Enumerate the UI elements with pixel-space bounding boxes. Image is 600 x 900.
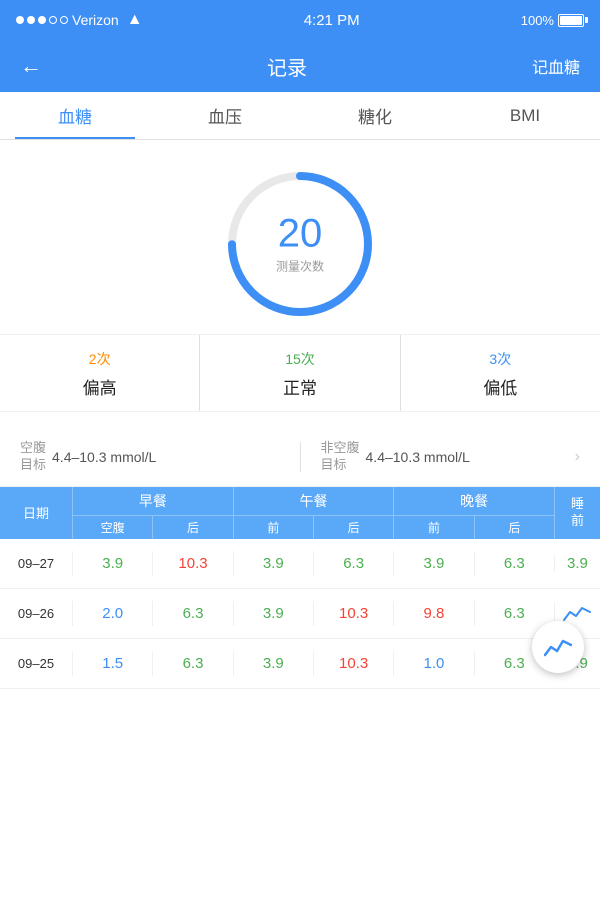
status-right: 100% xyxy=(521,13,584,28)
back-button[interactable]: ← xyxy=(20,53,42,79)
fasting-label1: 空腹 xyxy=(20,440,46,457)
time-label: 4:21 PM xyxy=(304,12,360,29)
measurement-circle: 20 测量次数 xyxy=(220,164,380,324)
th-dinner-subs: 前 后 xyxy=(394,516,554,539)
cell-0927-sleep: 3.9 xyxy=(554,555,600,572)
stat-high-label: 偏高 xyxy=(83,374,117,399)
fasting-label-group: 空腹 目标 xyxy=(20,440,46,474)
cell-0925-dinner-before: 1.0 xyxy=(393,651,473,676)
th-lunch-before: 前 xyxy=(234,516,314,539)
nav-bar: ← 记录 记血糖 xyxy=(0,40,600,92)
measurement-label: 测量次数 xyxy=(276,258,324,275)
th-dinner-after: 后 xyxy=(475,516,554,539)
circle-text: 20 测量次数 xyxy=(276,214,324,275)
chart-fab-button[interactable] xyxy=(532,621,584,673)
dot-4 xyxy=(49,16,57,24)
battery-fill xyxy=(560,16,582,25)
record-blood-sugar-button[interactable]: 记血糖 xyxy=(532,54,580,78)
target-divider xyxy=(300,442,301,472)
stat-normal-count: 15次 xyxy=(285,347,315,370)
table-header: 日期 早餐 空腹 后 午餐 前 后 晚餐 前 后 xyxy=(0,487,600,539)
fasting-target[interactable]: 空腹 目标 4.4–10.3 mmol/L xyxy=(20,440,280,474)
cell-0927-breakfast-after: 10.3 xyxy=(152,551,232,576)
tab-blood-sugar[interactable]: 血糖 xyxy=(0,92,150,139)
tab-glycation[interactable]: 糖化 xyxy=(300,92,450,139)
tab-bmi[interactable]: BMI xyxy=(450,92,600,139)
th-lunch-after: 后 xyxy=(314,516,393,539)
th-breakfast-subs: 空腹 后 xyxy=(73,516,233,539)
cell-0925-lunch-before: 3.9 xyxy=(233,651,313,676)
th-breakfast: 早餐 空腹 后 xyxy=(72,487,233,539)
cell-0926-breakfast-before: 2.0 xyxy=(72,601,152,626)
dot-1 xyxy=(16,16,24,24)
chart-line-icon xyxy=(544,636,572,658)
cell-0926-lunch-before: 3.9 xyxy=(233,601,313,626)
row-date-0927: 09–27 xyxy=(0,556,72,571)
stat-high-count: 2次 xyxy=(89,347,111,370)
th-breakfast-before: 空腹 xyxy=(73,516,153,539)
battery-label: 100% xyxy=(521,13,554,28)
cell-0926-dinner-before: 9.8 xyxy=(393,601,473,626)
main-content: 20 测量次数 2次 偏高 15次 正常 3次 偏低 xyxy=(0,140,600,689)
dot-3 xyxy=(38,16,46,24)
cell-0926-breakfast-after: 6.3 xyxy=(152,601,232,626)
table-row[interactable]: 09–27 3.9 10.3 3.9 6.3 3.9 6.3 3.9 xyxy=(0,539,600,589)
nonfasting-label1: 非空腹 xyxy=(321,440,360,457)
cell-0926-dinner-after: 6.3 xyxy=(474,601,554,626)
status-left: Verizon ▲ xyxy=(16,11,143,29)
tab-blood-pressure[interactable]: 血压 xyxy=(150,92,300,139)
th-lunch-subs: 前 后 xyxy=(234,516,394,539)
carrier-label: Verizon xyxy=(72,12,119,28)
fasting-label2: 目标 xyxy=(20,457,46,474)
table-row[interactable]: 09–25 1.5 6.3 3.9 10.3 1.0 6.3 3.9 xyxy=(0,639,600,689)
chart-icon xyxy=(562,602,592,624)
nonfasting-label-group: 非空腹 目标 xyxy=(321,440,360,474)
table-row[interactable]: 09–26 2.0 6.3 3.9 10.3 9.8 6.3 xyxy=(0,589,600,639)
stat-normal-label: 正常 xyxy=(283,374,317,399)
cell-0925-lunch-after: 10.3 xyxy=(313,651,393,676)
cell-0927-dinner-before: 3.9 xyxy=(393,551,473,576)
nonfasting-target[interactable]: 非空腹 目标 4.4–10.3 mmol/L › xyxy=(321,440,581,474)
signal-dots xyxy=(16,16,68,24)
dot-5 xyxy=(60,16,68,24)
row-date-0925: 09–25 xyxy=(0,656,72,671)
stat-low: 3次 偏低 xyxy=(401,335,600,411)
nonfasting-label2: 目标 xyxy=(321,457,360,474)
measurement-count: 20 xyxy=(276,214,324,254)
stats-row: 2次 偏高 15次 正常 3次 偏低 xyxy=(0,334,600,412)
tab-bar: 血糖 血压 糖化 BMI xyxy=(0,92,600,140)
wifi-icon: ▲ xyxy=(127,11,143,29)
stat-high: 2次 偏高 xyxy=(0,335,200,411)
cell-0926-lunch-after: 10.3 xyxy=(313,601,393,626)
cell-0927-lunch-before: 3.9 xyxy=(233,551,313,576)
fasting-target-value: 4.4–10.3 mmol/L xyxy=(52,449,156,465)
battery-icon xyxy=(558,14,584,27)
th-date: 日期 xyxy=(0,487,72,539)
circle-section: 20 测量次数 2次 偏高 15次 正常 3次 偏低 xyxy=(0,140,600,428)
cell-0927-dinner-after: 6.3 xyxy=(474,551,554,576)
data-table: 日期 早餐 空腹 后 午餐 前 后 晚餐 前 后 xyxy=(0,487,600,689)
th-dinner-label: 晚餐 xyxy=(394,487,554,516)
th-sleep: 睡前 xyxy=(554,487,600,539)
th-dinner: 晚餐 前 后 xyxy=(393,487,554,539)
nonfasting-target-value: 4.4–10.3 mmol/L xyxy=(366,449,470,465)
stat-low-count: 3次 xyxy=(489,347,511,370)
th-breakfast-label: 早餐 xyxy=(73,487,233,516)
status-bar: Verizon ▲ 4:21 PM 100% xyxy=(0,0,600,40)
stat-normal: 15次 正常 xyxy=(200,335,400,411)
th-lunch: 午餐 前 后 xyxy=(233,487,394,539)
stat-low-label: 偏低 xyxy=(483,374,517,399)
cell-0925-breakfast-after: 6.3 xyxy=(152,651,232,676)
cell-0927-lunch-after: 6.3 xyxy=(313,551,393,576)
th-lunch-label: 午餐 xyxy=(234,487,394,516)
cell-0927-breakfast-before: 3.9 xyxy=(72,551,152,576)
page-title: 记录 xyxy=(267,52,307,81)
chevron-right-icon: › xyxy=(575,448,580,466)
th-breakfast-after: 后 xyxy=(153,516,232,539)
dot-2 xyxy=(27,16,35,24)
target-row: 空腹 目标 4.4–10.3 mmol/L 非空腹 目标 4.4–10.3 mm… xyxy=(0,428,600,487)
row-date-0926: 09–26 xyxy=(0,606,72,621)
cell-0925-breakfast-before: 1.5 xyxy=(72,651,152,676)
th-dinner-before: 前 xyxy=(394,516,474,539)
